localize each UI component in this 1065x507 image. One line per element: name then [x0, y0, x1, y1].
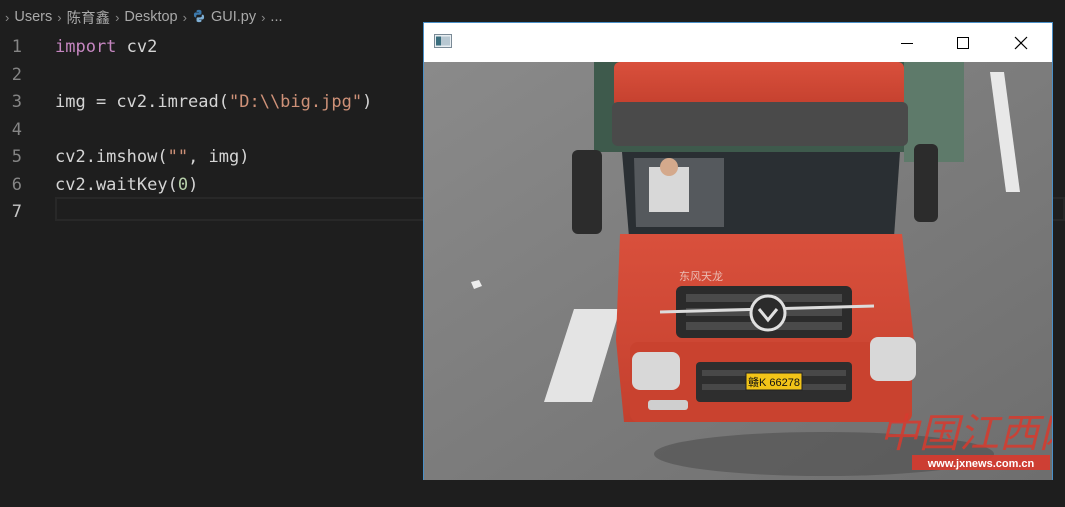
minimize-icon: [901, 42, 913, 44]
app-icon: [434, 34, 452, 48]
code-token: , img): [188, 147, 250, 167]
maximize-button[interactable]: [940, 23, 986, 62]
code-token: img = cv2.imread(: [55, 92, 229, 112]
close-icon: [1014, 36, 1028, 49]
code-token: cv2: [116, 37, 158, 57]
code-token: "D:\\big.jpg": [229, 92, 363, 112]
chevron-right-icon: ›: [57, 9, 62, 25]
code-text: cv2.imshow("", img): [55, 144, 250, 172]
maximize-icon: [957, 36, 969, 49]
code-token: ): [362, 92, 373, 112]
code-token: ): [188, 174, 199, 195]
line-number: 3: [11, 92, 22, 112]
line-number: 2: [11, 64, 22, 85]
breadcrumb-file-label: GUI.py: [210, 9, 257, 25]
watermark-url: www.jxnews.com.cn: [927, 458, 1035, 470]
chevron-right-icon: ›: [115, 9, 120, 25]
window-titlebar[interactable]: [424, 23, 1052, 62]
breadcrumb-item-file[interactable]: GUI.py: [192, 9, 256, 25]
license-plate: 赣K 66278: [748, 375, 800, 389]
line-number: 6: [11, 174, 22, 195]
close-button[interactable]: [998, 23, 1044, 62]
watermark-logo: 中国江西网: [879, 411, 1052, 457]
code-text: import cv2: [55, 34, 157, 62]
breadcrumb-item-more[interactable]: ...: [270, 9, 282, 25]
chevron-right-icon: ›: [5, 9, 10, 25]
breadcrumb-item-users[interactable]: Users: [14, 9, 52, 25]
truck-photo: 赣K 66278 东风天龙 中国江西网 www.jxnews.com.cn: [424, 62, 1052, 480]
line-number: 5: [11, 147, 22, 167]
chevron-right-icon: ›: [261, 9, 266, 25]
code-token: cv2.waitKey(: [55, 174, 178, 195]
line-number: 4: [11, 119, 22, 140]
code-token: cv2.imshow(: [55, 147, 168, 167]
image-window[interactable]: 赣K 66278 东风天龙 中国江西网 www.jxnews.com.cn: [423, 22, 1053, 480]
truck-brand: 东风天龙: [679, 270, 723, 283]
chevron-right-icon: ›: [182, 9, 187, 25]
python-file-icon: [193, 9, 205, 23]
image-display: 赣K 66278 东风天龙 中国江西网 www.jxnews.com.cn: [424, 62, 1052, 480]
line-number: 1: [11, 37, 22, 57]
code-token: "": [167, 147, 189, 167]
breadcrumb-item-desktop[interactable]: Desktop: [124, 9, 177, 25]
minimize-button[interactable]: [884, 23, 930, 62]
code-text: cv2.waitKey(0): [55, 172, 198, 200]
code-token: 0: [177, 174, 189, 195]
line-number: 7: [11, 202, 22, 222]
code-text: img = cv2.imread("D:\\big.jpg"): [55, 89, 372, 117]
breadcrumb-item-user[interactable]: 陈育鑫: [67, 7, 111, 28]
code-token: import: [55, 37, 117, 57]
